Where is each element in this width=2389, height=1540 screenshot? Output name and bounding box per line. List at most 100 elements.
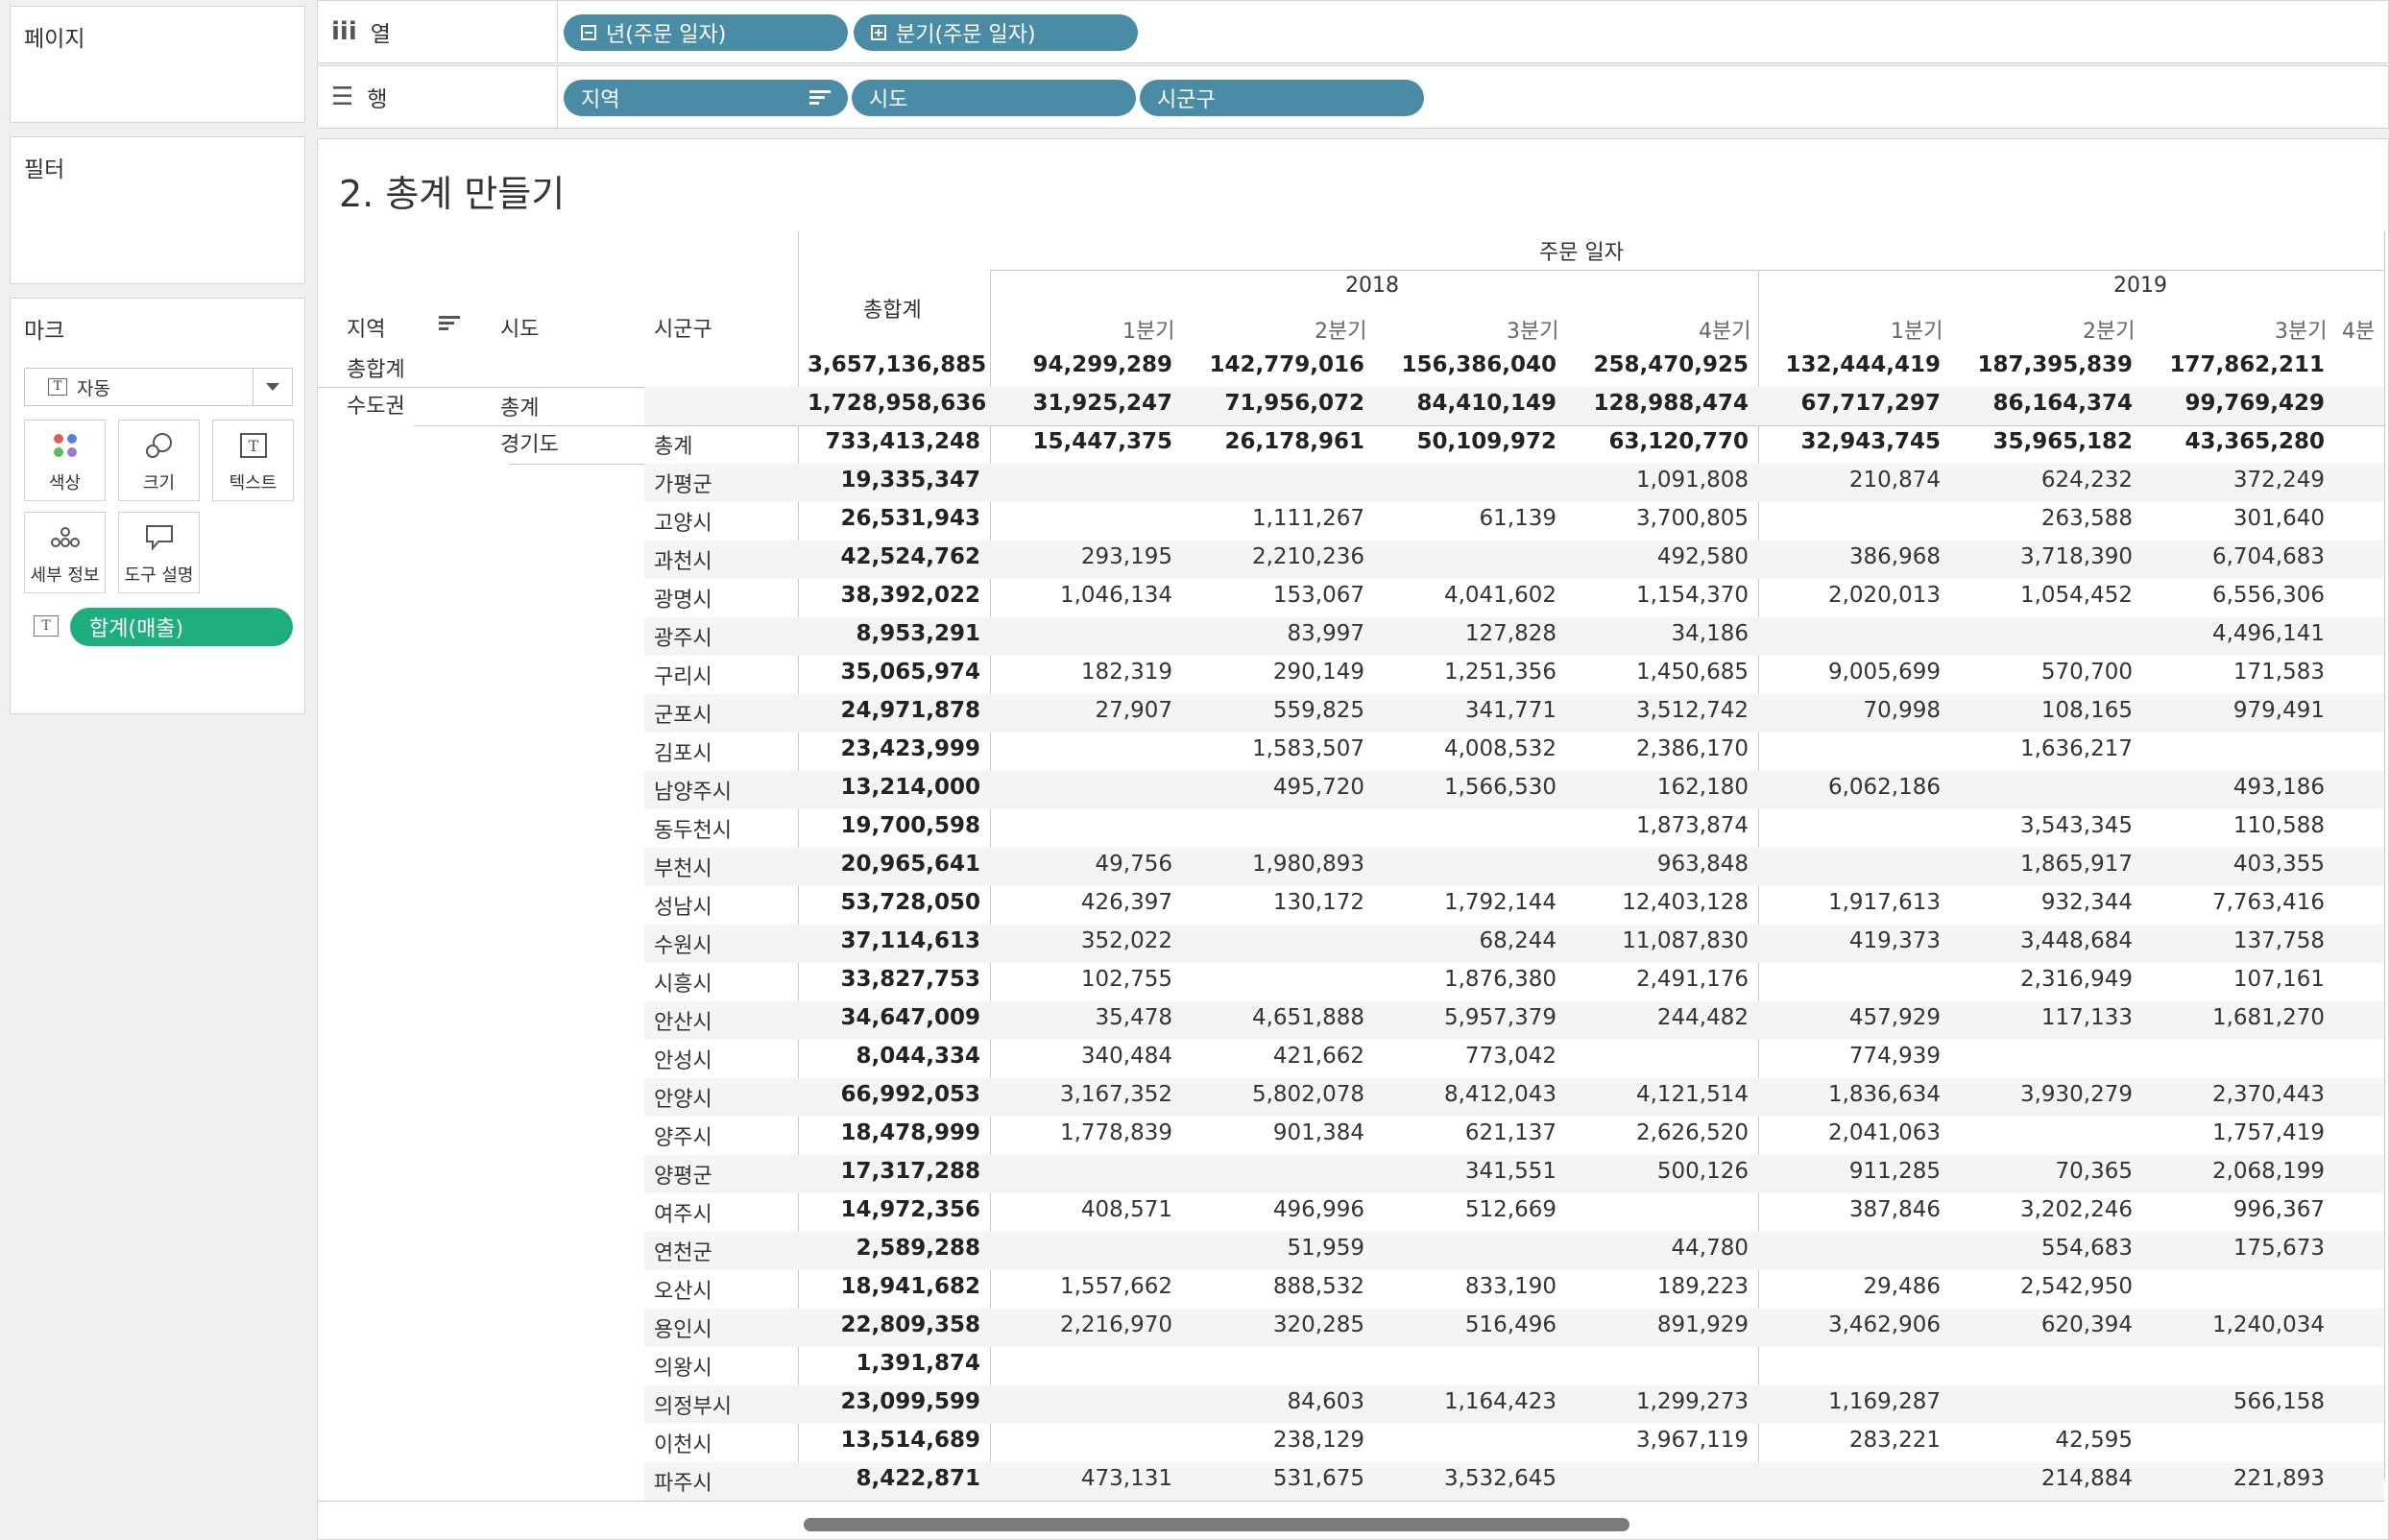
- value-cell[interactable]: 258,470,925: [1566, 352, 1749, 377]
- value-cell[interactable]: 932,344: [1950, 890, 2133, 915]
- value-cell[interactable]: 500,126: [1566, 1159, 1749, 1184]
- value-cell[interactable]: 50,109,972: [1374, 429, 1556, 454]
- value-cell[interactable]: 35,478: [990, 1005, 1172, 1030]
- grand-total-cell[interactable]: 2,589,288: [808, 1236, 981, 1261]
- value-cell[interactable]: 49,756: [990, 852, 1172, 877]
- value-cell[interactable]: 516,496: [1374, 1312, 1556, 1337]
- value-cell[interactable]: 1,299,273: [1566, 1389, 1749, 1414]
- value-cell[interactable]: 2,210,236: [1182, 544, 1364, 569]
- city-label[interactable]: 용인시: [654, 1312, 712, 1343]
- value-cell[interactable]: 29,486: [1758, 1274, 1941, 1299]
- value-cell[interactable]: 61,139: [1374, 506, 1556, 531]
- value-cell[interactable]: 901,384: [1182, 1120, 1364, 1145]
- value-cell[interactable]: 175,673: [2142, 1236, 2325, 1261]
- value-cell[interactable]: 421,662: [1182, 1044, 1364, 1069]
- pages-panel[interactable]: 페이지: [10, 6, 305, 123]
- grand-total-cell[interactable]: 18,941,682: [808, 1274, 980, 1299]
- value-cell[interactable]: 34,186: [1566, 621, 1749, 646]
- quarter-header[interactable]: 2분기: [2083, 314, 2135, 345]
- value-cell[interactable]: 1,873,874: [1566, 813, 1749, 838]
- value-cell[interactable]: 3,718,390: [1950, 544, 2133, 569]
- region-pill[interactable]: 지역: [564, 80, 848, 116]
- quarter-header[interactable]: 3분기: [1507, 314, 1558, 345]
- value-cell[interactable]: 3,967,119: [1566, 1428, 1749, 1453]
- grand-total-cell[interactable]: 3,657,136,885: [808, 352, 986, 377]
- value-cell[interactable]: 263,588: [1950, 506, 2133, 531]
- value-cell[interactable]: 210,874: [1758, 468, 1941, 493]
- value-cell[interactable]: 1,154,370: [1566, 583, 1749, 608]
- value-cell[interactable]: 2,542,950: [1950, 1274, 2133, 1299]
- region-label[interactable]: 수도권: [347, 389, 405, 420]
- value-cell[interactable]: 2,316,949: [1950, 967, 2133, 992]
- quarter-header[interactable]: 1분기: [1122, 314, 1174, 345]
- value-cell[interactable]: 1,876,380: [1374, 967, 1556, 992]
- value-cell[interactable]: 1,557,662: [990, 1274, 1172, 1299]
- grand-total-cell[interactable]: 8,953,291: [808, 621, 981, 646]
- province-subtotal-label[interactable]: 총계: [654, 429, 692, 460]
- grand-total-cell[interactable]: 23,099,599: [808, 1389, 980, 1414]
- city-label[interactable]: 가평군: [654, 468, 712, 498]
- value-cell[interactable]: 4,121,514: [1566, 1082, 1749, 1107]
- value-cell[interactable]: 473,131: [990, 1466, 1172, 1491]
- value-cell[interactable]: 6,556,306: [2142, 583, 2325, 608]
- value-cell[interactable]: 70,365: [1950, 1159, 2133, 1184]
- value-cell[interactable]: 888,532: [1182, 1274, 1364, 1299]
- value-cell[interactable]: 102,755: [990, 967, 1172, 992]
- city-column-header[interactable]: 시군구: [654, 312, 712, 343]
- value-cell[interactable]: 1,091,808: [1566, 468, 1749, 493]
- year-2019-header[interactable]: 2019: [2113, 274, 2167, 298]
- city-label[interactable]: 남양주시: [654, 775, 732, 806]
- year-2018-header[interactable]: 2018: [1345, 274, 1399, 298]
- value-cell[interactable]: 963,848: [1566, 852, 1749, 877]
- value-cell[interactable]: 44,780: [1566, 1236, 1749, 1261]
- value-cell[interactable]: 2,020,013: [1758, 583, 1941, 608]
- grand-total-cell[interactable]: 17,317,288: [808, 1159, 980, 1184]
- value-cell[interactable]: 4,008,532: [1374, 736, 1556, 761]
- value-cell[interactable]: 559,825: [1182, 698, 1364, 723]
- value-cell[interactable]: 107,161: [2142, 967, 2325, 992]
- value-cell[interactable]: 3,462,906: [1758, 1312, 1941, 1337]
- value-cell[interactable]: 1,917,613: [1758, 890, 1941, 915]
- city-label[interactable]: 안성시: [654, 1044, 712, 1074]
- grand-total-cell[interactable]: 34,647,009: [808, 1005, 980, 1030]
- quarter-order-date-pill[interactable]: 분기(주문 일자): [854, 14, 1138, 51]
- value-cell[interactable]: 177,862,211: [2142, 352, 2325, 377]
- grand-total-cell[interactable]: 13,214,000: [808, 775, 980, 800]
- city-label[interactable]: 의정부시: [654, 1389, 732, 1420]
- grand-total-cell[interactable]: 19,700,598: [808, 813, 980, 838]
- grand-total-cell[interactable]: 8,044,334: [808, 1044, 981, 1069]
- value-cell[interactable]: 117,133: [1950, 1005, 2133, 1030]
- value-cell[interactable]: 493,186: [2142, 775, 2325, 800]
- value-cell[interactable]: 7,763,416: [2142, 890, 2325, 915]
- city-label[interactable]: 동두천시: [654, 813, 732, 844]
- value-cell[interactable]: 773,042: [1374, 1044, 1556, 1069]
- city-label[interactable]: 광주시: [654, 621, 712, 652]
- value-cell[interactable]: 86,164,374: [1950, 391, 2133, 416]
- city-label[interactable]: 의왕시: [654, 1351, 712, 1382]
- value-cell[interactable]: 84,603: [1182, 1389, 1364, 1414]
- value-cell[interactable]: 4,496,141: [2142, 621, 2325, 646]
- city-label[interactable]: 부천시: [654, 852, 712, 882]
- value-cell[interactable]: 142,779,016: [1182, 352, 1364, 377]
- grand-total-cell[interactable]: 8,422,871: [808, 1466, 981, 1491]
- grand-total-cell[interactable]: 26,531,943: [808, 506, 980, 531]
- value-cell[interactable]: 3,202,246: [1950, 1197, 2133, 1222]
- grand-total-cell[interactable]: 42,524,762: [808, 544, 980, 569]
- value-cell[interactable]: 43,365,280: [2142, 429, 2325, 454]
- value-cell[interactable]: 372,249: [2142, 468, 2325, 493]
- grand-total-cell[interactable]: 19,335,347: [808, 468, 980, 493]
- value-cell[interactable]: 51,959: [1182, 1236, 1364, 1261]
- value-cell[interactable]: 2,491,176: [1566, 967, 1749, 992]
- province-column-header[interactable]: 시도: [500, 312, 539, 343]
- value-cell[interactable]: 496,996: [1182, 1197, 1364, 1222]
- value-cell[interactable]: 426,397: [990, 890, 1172, 915]
- value-cell[interactable]: 94,299,289: [990, 352, 1172, 377]
- grand-total-cell[interactable]: 22,809,358: [808, 1312, 980, 1337]
- value-cell[interactable]: 1,792,144: [1374, 890, 1556, 915]
- value-cell[interactable]: 1,251,356: [1374, 660, 1556, 685]
- value-cell[interactable]: 1,757,419: [2142, 1120, 2325, 1145]
- value-cell[interactable]: 42,595: [1950, 1428, 2133, 1453]
- value-cell[interactable]: 238,129: [1182, 1428, 1364, 1453]
- value-cell[interactable]: 1,450,685: [1566, 660, 1749, 685]
- value-cell[interactable]: 3,448,684: [1950, 928, 2133, 953]
